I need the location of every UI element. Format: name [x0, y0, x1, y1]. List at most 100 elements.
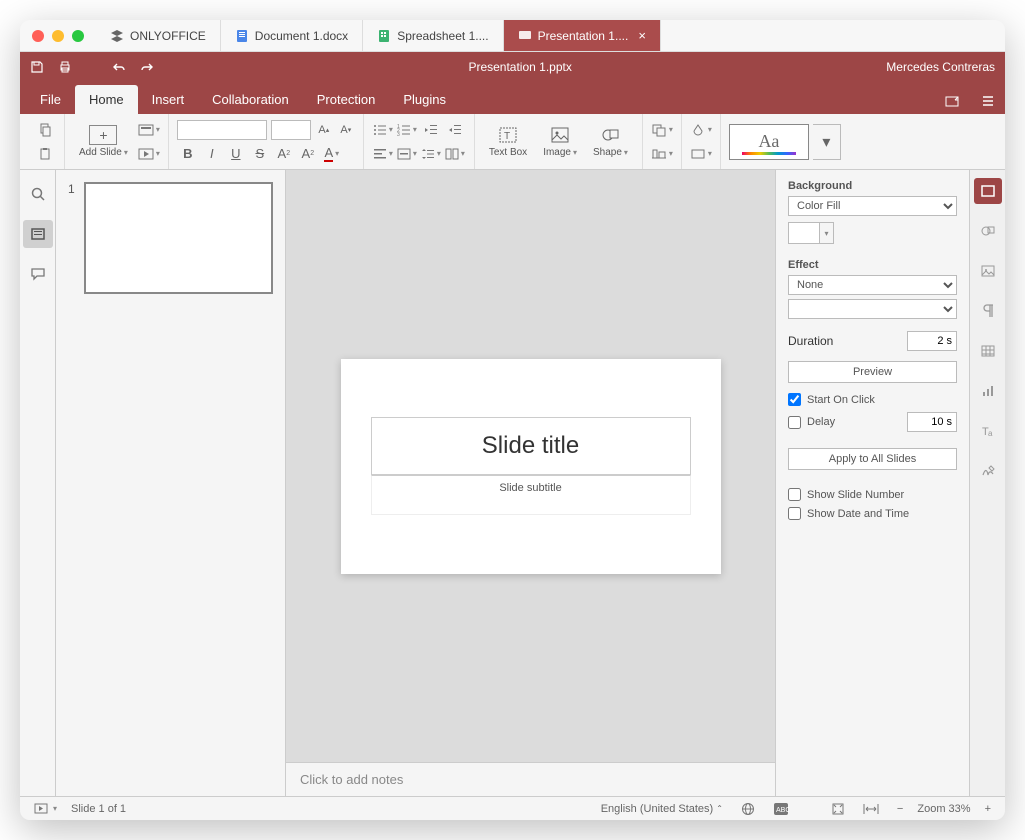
zoom-in-icon[interactable]: +: [981, 801, 995, 817]
image-settings-icon[interactable]: [974, 258, 1002, 284]
decrease-font-icon[interactable]: A▾: [337, 122, 355, 138]
zoom-out-icon[interactable]: −: [893, 801, 907, 817]
font-color-icon[interactable]: A▾: [321, 144, 343, 164]
slides-panel-icon[interactable]: [23, 220, 53, 248]
close-tab-icon[interactable]: ×: [638, 28, 646, 43]
slide-thumbnail[interactable]: [84, 182, 273, 294]
numbering-icon[interactable]: 123▾: [396, 120, 418, 140]
shape-fill-icon[interactable]: ▾: [690, 120, 712, 140]
search-icon[interactable]: [23, 180, 53, 208]
comments-icon[interactable]: [23, 260, 53, 288]
shape-settings-icon[interactable]: [974, 218, 1002, 244]
document-title: Presentation 1.pptx: [154, 60, 886, 74]
spellcheck-icon[interactable]: ABC: [769, 800, 793, 818]
align-left-icon[interactable]: ▾: [372, 144, 394, 164]
menu-home[interactable]: Home: [75, 85, 138, 114]
slide-settings-icon[interactable]: [974, 178, 1002, 204]
hamburger-icon[interactable]: [971, 88, 1005, 114]
app-home-tab[interactable]: ONLYOFFICE: [96, 20, 221, 51]
color-dropdown-icon[interactable]: ▾: [820, 222, 834, 244]
copy-icon[interactable]: [34, 120, 56, 140]
tab-presentation[interactable]: Presentation 1.... ×: [504, 20, 661, 51]
tab-spreadsheet[interactable]: Spreadsheet 1....: [363, 20, 503, 51]
close-window-button[interactable]: [32, 30, 44, 42]
menu-file[interactable]: File: [26, 85, 75, 114]
table-settings-icon[interactable]: [974, 338, 1002, 364]
line-spacing-icon[interactable]: ▾: [420, 144, 442, 164]
show-date-time-checkbox[interactable]: [788, 507, 801, 520]
columns-icon[interactable]: ▾: [444, 144, 466, 164]
slide-title-placeholder[interactable]: Slide title: [371, 417, 691, 475]
effect-label: Effect: [788, 259, 957, 271]
increase-font-icon[interactable]: A▴: [315, 122, 333, 138]
indent-icon[interactable]: [444, 120, 466, 140]
paste-icon[interactable]: [34, 144, 56, 164]
layout-icon[interactable]: ▾: [138, 120, 160, 140]
apply-all-button[interactable]: Apply to All Slides: [788, 448, 957, 470]
save-icon[interactable]: [30, 60, 44, 74]
show-slide-number-checkbox[interactable]: [788, 488, 801, 501]
print-icon[interactable]: [58, 60, 72, 74]
tab-document[interactable]: Document 1.docx: [221, 20, 363, 51]
menu-insert[interactable]: Insert: [138, 85, 199, 114]
start-on-click-checkbox[interactable]: [788, 393, 801, 406]
text-box-icon: T: [496, 125, 520, 145]
image-icon: [548, 125, 572, 145]
slide-canvas[interactable]: Slide title Slide subtitle: [286, 170, 775, 762]
effect-select[interactable]: None: [788, 275, 957, 295]
add-slide-button[interactable]: + Add Slide▾: [73, 121, 134, 162]
menu-protection[interactable]: Protection: [303, 85, 390, 114]
outdent-icon[interactable]: [420, 120, 442, 140]
arrange-icon[interactable]: ▾: [651, 120, 673, 140]
fit-width-icon[interactable]: [859, 801, 883, 817]
theme-dropdown-icon[interactable]: ▾: [813, 124, 841, 160]
slideshow-icon[interactable]: ▾: [138, 144, 160, 164]
window-controls: [20, 30, 96, 42]
undo-icon[interactable]: [112, 60, 126, 74]
font-size-input[interactable]: [271, 120, 311, 140]
bold-icon[interactable]: B: [177, 144, 199, 164]
fit-slide-icon[interactable]: [827, 800, 849, 818]
slide-size-icon[interactable]: ▾: [690, 144, 712, 164]
slide-title-text: Slide title: [380, 432, 682, 460]
image-button[interactable]: Image▾: [537, 123, 583, 160]
duration-label: Duration: [788, 334, 833, 348]
font-family-input[interactable]: [177, 120, 267, 140]
language-selector[interactable]: English (United States) ⌃: [597, 801, 727, 817]
chart-settings-icon[interactable]: [974, 378, 1002, 404]
main-area: 1 Slide title Slide subtitle Click to ad…: [20, 170, 1005, 796]
preview-button[interactable]: Preview: [788, 361, 957, 383]
set-language-icon[interactable]: [737, 800, 759, 818]
superscript-icon[interactable]: A2: [273, 144, 295, 164]
text-art-settings-icon[interactable]: Ta: [974, 418, 1002, 444]
bullets-icon[interactable]: ▾: [372, 120, 394, 140]
open-location-icon[interactable]: [935, 88, 971, 114]
background-color-swatch[interactable]: [788, 222, 820, 244]
slide-subtitle-placeholder[interactable]: Slide subtitle: [371, 475, 691, 515]
menu-plugins[interactable]: Plugins: [389, 85, 460, 114]
theme-preview[interactable]: Aa: [729, 124, 809, 160]
underline-icon[interactable]: U: [225, 144, 247, 164]
minimize-window-button[interactable]: [52, 30, 64, 42]
signature-settings-icon[interactable]: [974, 458, 1002, 484]
shape-button[interactable]: Shape▾: [587, 123, 634, 160]
paragraph-settings-icon[interactable]: [974, 298, 1002, 324]
strike-icon[interactable]: S: [249, 144, 271, 164]
effect-subtype-select[interactable]: [788, 299, 957, 319]
delay-checkbox[interactable]: [788, 416, 801, 429]
redo-icon[interactable]: [140, 60, 154, 74]
maximize-window-button[interactable]: [72, 30, 84, 42]
start-slideshow-icon[interactable]: ▾: [30, 801, 61, 817]
delay-input[interactable]: [907, 412, 957, 432]
show-date-time-label: Show Date and Time: [807, 508, 909, 520]
align-objects-icon[interactable]: ▾: [651, 144, 673, 164]
duration-input[interactable]: [907, 331, 957, 351]
italic-icon[interactable]: I: [201, 144, 223, 164]
tab-label: Document 1.docx: [255, 29, 348, 43]
background-fill-select[interactable]: Color Fill: [788, 196, 957, 216]
text-box-button[interactable]: T Text Box: [483, 123, 533, 160]
subscript-icon[interactable]: A2: [297, 144, 319, 164]
notes-panel[interactable]: Click to add notes: [286, 762, 775, 796]
valign-icon[interactable]: ▾: [396, 144, 418, 164]
menu-collaboration[interactable]: Collaboration: [198, 85, 303, 114]
